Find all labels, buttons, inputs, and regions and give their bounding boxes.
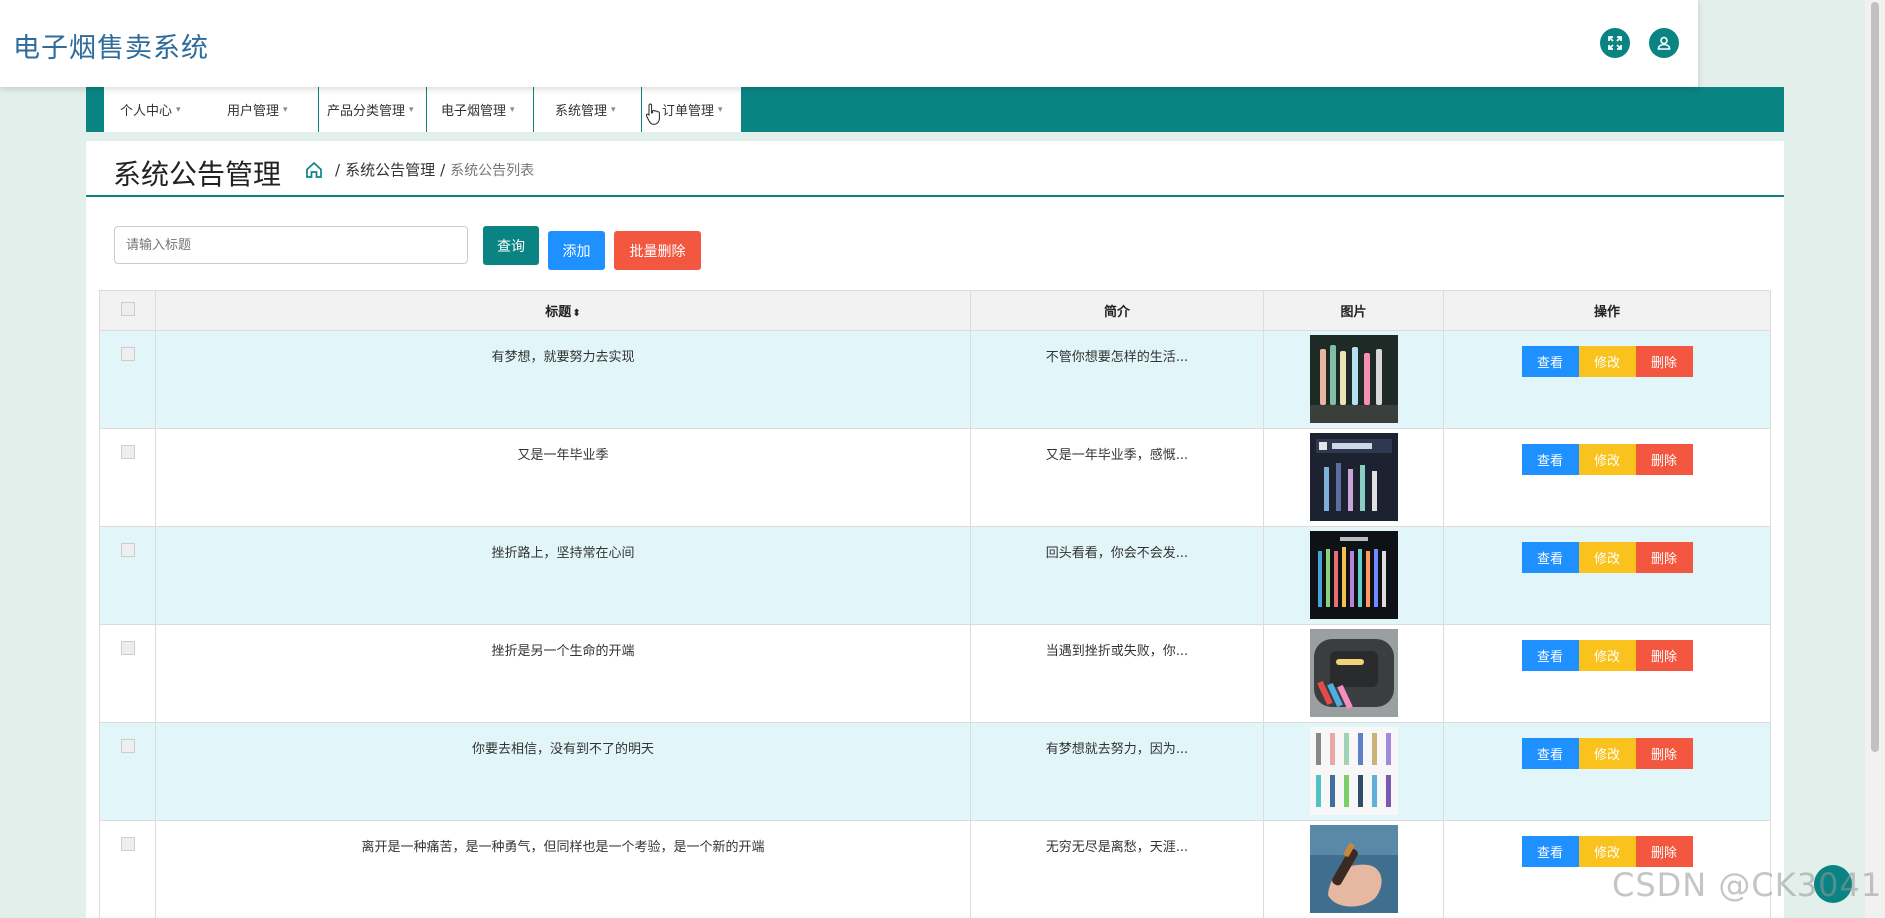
nav-item-label: 产品分类管理 <box>327 104 406 119</box>
chevron-down-icon: ▾ <box>510 104 515 115</box>
image-column-header: 图片 <box>1263 290 1444 331</box>
view-button[interactable]: 查看 <box>1521 542 1579 573</box>
home-icon[interactable] <box>304 160 324 180</box>
table-row: 挫折是另一个生命的开端 当遇到挫折或失败，你... 查看 修改 删除 <box>99 624 1771 723</box>
chevron-down-icon: ▾ <box>176 104 181 115</box>
view-button[interactable]: 查看 <box>1521 836 1579 867</box>
row-title: 挫折路上，坚持常在心间 <box>155 526 971 625</box>
fullscreen-button[interactable] <box>1600 28 1630 58</box>
edit-button[interactable]: 修改 <box>1578 444 1636 475</box>
breadcrumb-item[interactable]: 系统公告管理 <box>345 159 435 180</box>
scrollbar[interactable] <box>1865 0 1885 918</box>
breadcrumb: / 系统公告管理 / 系统公告列表 <box>304 159 534 180</box>
vape-colors-grid-photo-icon <box>1309 727 1398 815</box>
top-header: 电子烟售卖系统 <box>0 0 1698 87</box>
row-checkbox[interactable] <box>120 739 135 753</box>
content-panel: 系统公告管理 / 系统公告管理 / 系统公告列表 查询 添加 批量删除 标题⬍ … <box>86 141 1784 918</box>
nav-item-category-management[interactable]: 产品分类管理 ▾ <box>319 87 427 132</box>
intro-column-header: 简介 <box>970 290 1264 331</box>
row-checkbox[interactable] <box>120 445 135 459</box>
row-intro: 不管你想要怎样的生活... <box>970 330 1264 429</box>
scrollbar-thumb[interactable] <box>1871 2 1879 752</box>
table-row: 你要去相信，没有到不了的明天 有梦想就去努力，因为... 查看 修改 删除 <box>99 722 1771 821</box>
row-intro: 无穷无尽是离愁，天涯... <box>970 820 1264 918</box>
vape-case-photo-icon <box>1309 629 1398 717</box>
select-all-checkbox[interactable] <box>120 301 135 316</box>
nav-item-label: 个人中心 <box>120 104 173 119</box>
table-row: 有梦想，就要努力去实现 不管你想要怎样的生活... 查看 修改 删除 <box>99 330 1771 429</box>
edit-button[interactable]: 修改 <box>1578 640 1636 671</box>
row-title: 挫折是另一个生命的开端 <box>155 624 971 723</box>
row-intro: 回头看看，你会不会发... <box>970 526 1264 625</box>
user-icon <box>1657 36 1671 50</box>
hand-cursor-icon <box>645 103 660 125</box>
breadcrumb-current: 系统公告列表 <box>450 162 535 179</box>
row-title: 又是一年毕业季 <box>155 428 971 527</box>
user-button[interactable] <box>1649 28 1679 58</box>
nav-item-label: 电子烟管理 <box>441 104 507 119</box>
breadcrumb-separator: / <box>335 160 341 179</box>
table-row: 离开是一种痛苦，是一种勇气，但同样也是一个考验，是一个新的开端 无穷无尽是离愁，… <box>99 820 1771 918</box>
select-all-cell <box>99 290 156 331</box>
row-title: 你要去相信，没有到不了的明天 <box>155 722 971 821</box>
batch-delete-button[interactable]: 批量删除 <box>614 231 701 270</box>
row-intro: 又是一年毕业季，感慨... <box>970 428 1264 527</box>
delete-button[interactable]: 删除 <box>1635 738 1693 769</box>
vape-in-hand-photo-icon <box>1309 825 1398 913</box>
view-button[interactable]: 查看 <box>1521 444 1579 475</box>
vape-pens-row-photo-icon <box>1309 531 1398 619</box>
row-checkbox[interactable] <box>120 347 135 361</box>
chevron-down-icon: ▾ <box>409 104 414 115</box>
nav-item-label: 用户管理 <box>227 104 280 119</box>
edit-button[interactable]: 修改 <box>1578 346 1636 377</box>
table-row: 又是一年毕业季 又是一年毕业季，感慨... 查看 修改 删除 <box>99 428 1771 527</box>
view-button[interactable]: 查看 <box>1521 640 1579 671</box>
nav-item-system-management[interactable]: 系统管理 ▾ <box>534 87 642 132</box>
view-button[interactable]: 查看 <box>1521 738 1579 769</box>
view-button[interactable]: 查看 <box>1521 346 1579 377</box>
vape-pens-photo-icon <box>1309 335 1398 423</box>
delete-button[interactable]: 删除 <box>1635 640 1693 671</box>
nav-item-label: 系统管理 <box>555 104 608 119</box>
nav-item-label: 订单管理 <box>662 104 715 119</box>
nav-item-ecig-management[interactable]: 电子烟管理 ▾ <box>427 87 534 132</box>
announcement-table: 标题⬍ 简介 图片 操作 有梦想，就要努力去实现 不管你想要怎样的生活... 查… <box>99 290 1771 918</box>
add-button[interactable]: 添加 <box>548 231 605 270</box>
row-checkbox[interactable] <box>120 641 135 655</box>
main-nav: 个人中心 ▾ 用户管理 ▾ 产品分类管理 ▾ 电子烟管理 ▾ 系统管理 ▾ 订单管理 ▾ <box>86 87 1784 132</box>
breadcrumb-separator: / <box>440 160 446 179</box>
title-search-input[interactable] <box>114 226 468 264</box>
title-header-label: 标题 <box>545 305 572 320</box>
row-intro: 当遇到挫折或失败，你... <box>970 624 1264 723</box>
page-title: 系统公告管理 <box>113 158 282 191</box>
chevron-down-icon: ▾ <box>611 104 616 115</box>
nav-item-personal-center[interactable]: 个人中心 ▾ <box>104 87 211 132</box>
actions-column-header: 操作 <box>1443 290 1771 331</box>
edit-button[interactable]: 修改 <box>1578 542 1636 573</box>
delete-button[interactable]: 删除 <box>1635 346 1693 377</box>
row-checkbox[interactable] <box>120 837 135 851</box>
row-title: 有梦想，就要努力去实现 <box>155 330 971 429</box>
row-title: 离开是一种痛苦，是一种勇气，但同样也是一个考验，是一个新的开端 <box>155 820 971 918</box>
query-button[interactable]: 查询 <box>483 226 539 265</box>
nav-item-user-management[interactable]: 用户管理 ▾ <box>211 87 319 132</box>
delete-button[interactable]: 删除 <box>1635 444 1693 475</box>
delete-button[interactable]: 删除 <box>1635 542 1693 573</box>
edit-button[interactable]: 修改 <box>1578 836 1636 867</box>
app-title: 电子烟售卖系统 <box>13 33 209 64</box>
table-row: 挫折路上，坚持常在心间 回头看看，你会不会发... 查看 修改 删除 <box>99 526 1771 625</box>
chevron-down-icon: ▾ <box>283 104 288 115</box>
watermark: CSDN @CK3041 <box>1612 866 1883 904</box>
title-column-header[interactable]: 标题⬍ <box>155 290 971 331</box>
vape-product-banner-photo-icon <box>1309 433 1398 521</box>
sort-icon[interactable]: ⬍ <box>572 308 580 319</box>
edit-button[interactable]: 修改 <box>1578 738 1636 769</box>
row-intro: 有梦想就去努力，因为... <box>970 722 1264 821</box>
delete-button[interactable]: 删除 <box>1635 836 1693 867</box>
fullscreen-icon <box>1608 36 1622 50</box>
page-header: 系统公告管理 / 系统公告管理 / 系统公告列表 <box>86 141 1784 197</box>
chevron-down-icon: ▾ <box>718 104 723 115</box>
table-header-row: 标题⬍ 简介 图片 操作 <box>99 290 1771 331</box>
row-checkbox[interactable] <box>120 543 135 557</box>
